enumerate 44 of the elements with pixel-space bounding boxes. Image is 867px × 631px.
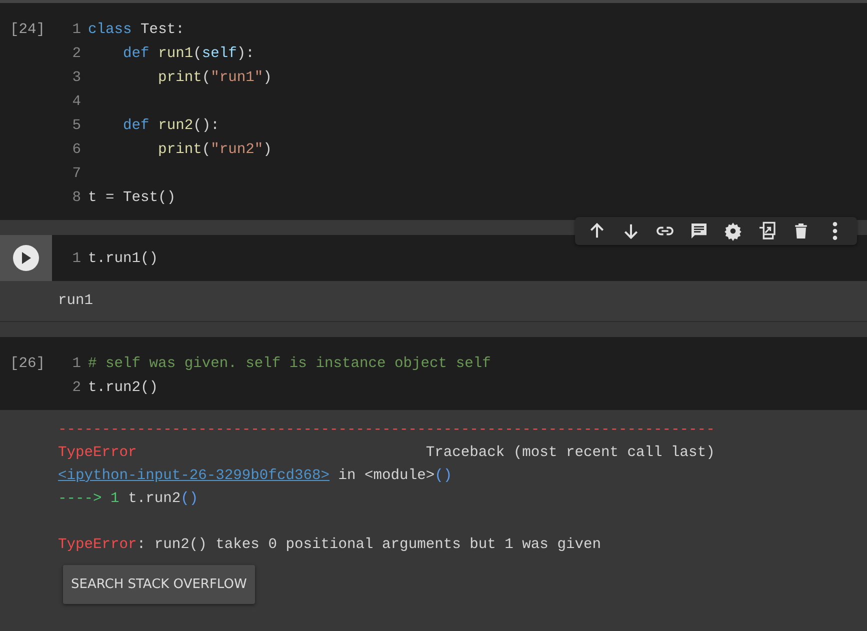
line-number: 7 [71,165,81,184]
search-stack-overflow-button[interactable]: SEARCH STACK OVERFLOW [63,565,255,604]
output-text: run1 [58,293,94,309]
code-line: class Test: [88,22,184,38]
code-line: t.run1() [88,251,158,267]
code-cell[interactable]: [24] 1 class Test: 2 def run1(self): 3 print("run1") 4 5 def run2(): 6 print("run2") 7 8 t = Test() [0,3,867,220]
line-number: 5 [71,117,81,136]
output-text: ----> 1 [58,491,120,507]
output-text: Traceback (most recent call last) [424,445,715,461]
line-number: 2 [71,379,81,398]
line-number: 3 [71,69,81,88]
line-number: 8 [71,189,81,208]
output-text: () [180,491,198,507]
output-text: : run2() takes 0 positional arguments but 1 was given [136,537,601,553]
output-text: t.run2 [127,491,181,507]
play-icon [21,252,31,264]
run-button[interactable] [13,245,39,271]
window-arrow-icon [757,221,777,241]
code-line: t = Test() [88,190,176,206]
code-line: def run2(): [122,118,220,134]
gear-icon [723,221,743,241]
output-text: in <module> [337,468,435,484]
line-number: 6 [71,141,81,160]
comment-icon [689,221,709,241]
code-line: print("run2") [157,142,272,158]
code-line: def run1(self): [122,46,254,62]
traceback-link[interactable]: <ipython-input-26-3299b0fcd368> [58,468,330,484]
code-cell[interactable]: 1 t.run1() [0,235,867,281]
code-line: print("run1") [157,70,272,86]
code-line: t.run2() [88,380,158,396]
line-number: 1 [71,21,81,40]
line-number: 1 [71,355,81,374]
execution-count: [24] [10,22,46,38]
code-line: # self was given. self is instance object self [88,356,491,372]
code-cell[interactable]: [26] 1 # self was given. self is instance object self 2 t.run2() [0,337,867,410]
output-text: --------------------------------------------------------------------------- [58,422,715,438]
more-icon [832,222,838,240]
line-number: 4 [71,93,81,112]
line-number: 2 [71,45,81,64]
line-number: 1 [71,250,81,269]
output-text: () [434,468,452,484]
output-text: TypeError [58,445,137,461]
execution-count: [26] [10,356,46,372]
output-text: TypeError [58,537,137,553]
